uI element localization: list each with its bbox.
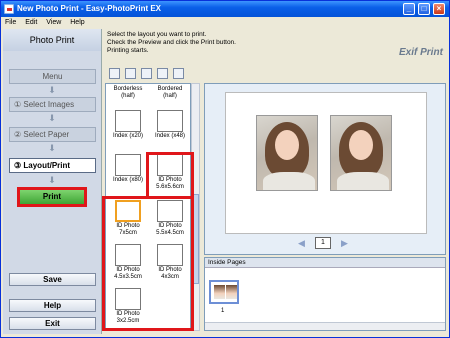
title-bar: New Photo Print - Easy-PhotoPrint EX _ □…	[1, 1, 449, 17]
layout-thumbnail	[115, 154, 141, 176]
layout-index-80[interactable]: Index (x80)	[108, 154, 148, 184]
id-photo[interactable]	[330, 115, 392, 191]
layout-index-48[interactable]: Index (x48)	[150, 110, 190, 140]
highlight-frame	[102, 196, 194, 331]
arrow-down-icon: ⬇	[48, 175, 56, 185]
print-button[interactable]: Print	[17, 187, 87, 207]
previous-page-icon[interactable]: ◀	[298, 238, 305, 248]
menu-bar: File Edit View Help	[1, 17, 449, 28]
inside-pages-header: Inside Pages	[205, 258, 445, 268]
next-page-icon[interactable]: ▶	[341, 238, 348, 248]
photo-face	[349, 130, 373, 160]
crop-icon[interactable]	[141, 68, 152, 79]
layout-label: Index (x48)	[154, 133, 185, 139]
menu-file[interactable]: File	[5, 19, 16, 26]
layout-label: Bordered (half)	[157, 86, 183, 99]
layout-thumbnail	[115, 110, 141, 132]
print-preview	[204, 83, 446, 255]
layout-borderless-half[interactable]: Borderless (half)	[108, 86, 148, 100]
close-button[interactable]: ×	[433, 3, 445, 15]
photo-face	[275, 130, 299, 160]
save-button[interactable]: Save	[9, 273, 96, 286]
correct-image-icon[interactable]	[173, 68, 184, 79]
thumbnail-photo	[214, 285, 225, 299]
id-photo[interactable]	[256, 115, 318, 191]
layout-label: Borderless (half)	[113, 86, 143, 99]
menu-help[interactable]: Help	[70, 19, 84, 26]
arrow-down-icon: ⬇	[48, 113, 56, 123]
thumbnail-photo	[226, 285, 237, 299]
thumbnail-number: 1	[221, 308, 225, 314]
app-window: New Photo Print - Easy-PhotoPrint EX _ □…	[0, 0, 450, 338]
rotate-right-icon[interactable]	[125, 68, 136, 79]
layout-bordered-half[interactable]: Bordered (half)	[150, 86, 190, 100]
arrow-down-icon: ⬇	[48, 85, 56, 95]
inside-pages-panel: Inside Pages 1	[204, 257, 446, 331]
layout-label: Index (x20)	[112, 133, 143, 139]
rotate-left-icon[interactable]	[109, 68, 120, 79]
instructions: Select the layout you want to print. Che…	[107, 31, 447, 55]
exit-button[interactable]: Exit	[9, 317, 96, 330]
highlight-frame	[146, 152, 194, 199]
maximize-button[interactable]: □	[418, 3, 430, 15]
exif-print-logo: Exif Print	[399, 47, 443, 58]
minimize-button[interactable]: _	[403, 3, 415, 15]
photo-body	[263, 172, 315, 190]
inside-pages-scrollbar[interactable]	[205, 322, 445, 330]
instruction-line: Check the Preview and click the Print bu…	[107, 39, 236, 46]
app-icon	[4, 4, 14, 14]
arrow-down-icon: ⬇	[48, 143, 56, 153]
photo-body	[337, 172, 389, 190]
window-title: New Photo Print - Easy-PhotoPrint EX	[17, 4, 162, 13]
layout-label: Index (x80)	[112, 177, 143, 183]
menu-view[interactable]: View	[46, 19, 61, 26]
preview-page	[225, 92, 427, 234]
page-thumbnail[interactable]	[209, 280, 239, 304]
page-number: 1	[315, 237, 331, 249]
sidebar-header: Photo Print	[3, 29, 101, 51]
help-button[interactable]: Help	[9, 299, 96, 312]
layout-index-20[interactable]: Index (x20)	[108, 110, 148, 140]
date-icon[interactable]	[157, 68, 168, 79]
step-menu[interactable]: Menu	[9, 69, 96, 84]
step-select-images[interactable]: ① Select Images	[9, 97, 96, 112]
layout-thumbnail	[157, 110, 183, 132]
page-navigation: ◀ 1 ▶	[204, 237, 446, 251]
instruction-line: Select the layout you want to print.	[107, 31, 207, 38]
menu-edit[interactable]: Edit	[25, 19, 37, 26]
edit-toolbar	[105, 67, 205, 81]
step-layout-print[interactable]: ③ Layout/Print	[9, 158, 96, 173]
sidebar: Photo Print Menu ⬇ ① Select Images ⬇ ② S…	[3, 29, 102, 334]
step-select-paper[interactable]: ② Select Paper	[9, 127, 96, 142]
instruction-line: Printing starts.	[107, 47, 149, 54]
